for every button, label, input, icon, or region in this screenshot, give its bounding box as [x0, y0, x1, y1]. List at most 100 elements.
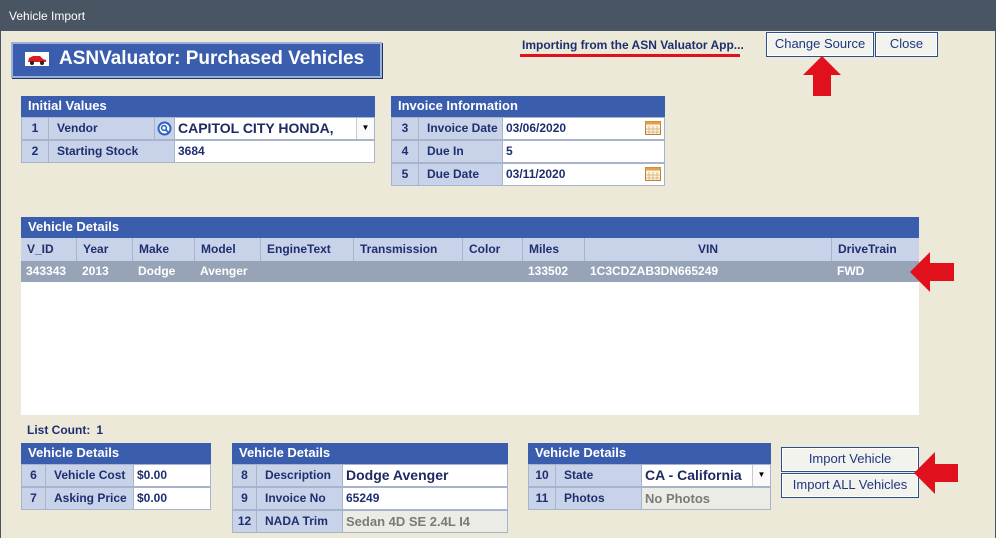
column-header[interactable]: Make [133, 238, 195, 261]
window-title: Vehicle Import [9, 9, 86, 23]
calendar-icon[interactable] [645, 121, 661, 135]
due-date-value: 03/11/2020 [506, 167, 566, 181]
list-count: List Count: 1 [27, 423, 103, 437]
invoice-date-row: 3 Invoice Date 03/06/2020 [391, 117, 665, 140]
asking-price-label: Asking Price [46, 487, 134, 510]
photos-field: No Photos [642, 487, 771, 510]
nada-trim-row: 12 NADA Trim Sedan 4D SE 2.4L I4 [232, 510, 508, 533]
description-row: 8 Description Dodge Avenger [232, 464, 508, 487]
window-titlebar: Vehicle Import [0, 0, 996, 31]
importing-status: Importing from the ASN Valuator App... [522, 38, 744, 52]
column-header[interactable]: V_ID [21, 238, 77, 261]
app-banner: ASNValuator: Purchased Vehicles [11, 42, 382, 78]
due-date-label: Due Date [419, 163, 503, 186]
cell-color [463, 261, 523, 282]
row-number: 5 [391, 163, 419, 186]
nada-trim-label: NADA Trim [257, 510, 343, 533]
due-in-row: 4 Due In (Days) 5 [391, 140, 665, 179]
invoice-no-label: Invoice No [257, 487, 343, 510]
due-date-row: 5 Due Date 03/11/2020 [391, 163, 665, 186]
asking-price-field[interactable]: $0.00 [134, 487, 211, 510]
location-header: Vehicle Details [528, 443, 771, 464]
annotation-underline [520, 54, 740, 57]
vehicle-grid-header: Vehicle Details [21, 217, 919, 238]
grid-column-headers: V_ID Year Make Model EngineText Transmis… [21, 238, 919, 261]
car-icon [25, 52, 49, 66]
cell-vid: 343343 [26, 264, 67, 278]
description-field[interactable]: Dodge Avenger [343, 464, 508, 487]
red-arrow-icon [803, 56, 841, 96]
column-header[interactable]: Transmission [354, 238, 463, 261]
invoice-info-header: Invoice Information [391, 96, 665, 117]
lookup-icon[interactable] [157, 121, 172, 136]
nada-trim-field: Sedan 4D SE 2.4L I4 [343, 510, 508, 533]
cell-drivetrain: FWD [837, 264, 865, 278]
invoice-date-label: Invoice Date [419, 117, 503, 140]
row-number: 11 [528, 487, 556, 510]
change-source-button[interactable]: Change Source [766, 32, 874, 57]
column-header[interactable]: Model [195, 238, 261, 261]
close-button[interactable]: Close [875, 32, 938, 57]
table-row[interactable]: 343343 2013 Dodge Avenger 133502 1C3CDZA… [21, 261, 919, 282]
pricing-header: Vehicle Details [21, 443, 211, 464]
photos-row: 11 Photos No Photos [528, 487, 771, 510]
row-number: 4 [391, 140, 419, 163]
app-title: ASNValuator: Purchased Vehicles [59, 48, 365, 69]
import-all-vehicles-button[interactable]: Import ALL Vehicles [781, 473, 919, 498]
red-arrow-icon [914, 452, 958, 494]
cell-engine [261, 261, 354, 282]
description-label: Description [257, 464, 343, 487]
vehicle-cost-field[interactable]: $0.00 [134, 464, 211, 487]
row-number: 10 [528, 464, 556, 487]
cell-transmission [354, 261, 463, 282]
description-header: Vehicle Details [232, 443, 508, 464]
column-header[interactable]: VIN [585, 238, 832, 261]
vehicle-cost-label: Vehicle Cost [46, 464, 134, 487]
photos-label: Photos [556, 487, 642, 510]
vendor-label: Vendor [49, 117, 155, 140]
state-label: State [556, 464, 642, 487]
vendor-lookup-cell [155, 117, 175, 140]
invoice-date-field[interactable]: 03/06/2020 [503, 117, 665, 140]
column-header[interactable]: Color [463, 238, 523, 261]
dropdown-icon[interactable]: ▼ [752, 465, 770, 486]
starting-stock-field[interactable]: 3684 [175, 140, 375, 163]
state-row: 10 State CA - California ▼ [528, 464, 771, 487]
invoice-no-field[interactable]: 65249 [343, 487, 508, 510]
list-count-value: 1 [96, 423, 104, 437]
row-number: 1 [21, 117, 49, 140]
row-number: 12 [232, 510, 257, 533]
list-count-label: List Count: [27, 423, 91, 437]
vendor-row: 1 Vendor CAPITOL CITY HONDA, ▼ [21, 117, 375, 140]
column-header[interactable]: EngineText [261, 238, 354, 261]
starting-stock-row: 2 Starting Stock 3684 [21, 140, 375, 163]
dropdown-icon[interactable]: ▼ [356, 118, 374, 139]
row-number: 9 [232, 487, 257, 510]
vendor-select[interactable]: CAPITOL CITY HONDA, ▼ [175, 117, 375, 140]
column-header[interactable]: Miles [523, 238, 585, 261]
row-number: 7 [21, 487, 46, 510]
starting-stock-label: Starting Stock [49, 140, 175, 163]
due-in-label: Due In (Days) [419, 140, 503, 179]
invoice-no-row: 9 Invoice No 65249 [232, 487, 508, 510]
import-vehicle-button[interactable]: Import Vehicle [781, 447, 919, 472]
column-header[interactable]: DriveTrain [832, 238, 919, 261]
due-in-field[interactable]: 5 [503, 140, 665, 163]
initial-values-header: Initial Values [21, 96, 375, 117]
cell-vin: 1C3CDZAB3DN665249 [590, 264, 719, 278]
invoice-date-value: 03/06/2020 [506, 121, 567, 135]
calendar-icon[interactable] [645, 167, 661, 181]
red-arrow-icon [910, 252, 954, 292]
cell-make: Dodge [138, 264, 176, 278]
column-header[interactable]: Year [77, 238, 133, 261]
row-number: 2 [21, 140, 49, 163]
asking-price-row: 7 Asking Price $0.00 [21, 487, 211, 510]
vehicle-cost-row: 6 Vehicle Cost $0.00 [21, 464, 211, 487]
due-date-field[interactable]: 03/11/2020 [503, 163, 665, 186]
cell-model: Avenger [200, 264, 248, 278]
vendor-value: CAPITOL CITY HONDA, [178, 120, 334, 136]
state-value: CA - California [645, 467, 742, 483]
row-number: 6 [21, 464, 46, 487]
state-select[interactable]: CA - California ▼ [642, 464, 771, 487]
row-number: 3 [391, 117, 419, 140]
